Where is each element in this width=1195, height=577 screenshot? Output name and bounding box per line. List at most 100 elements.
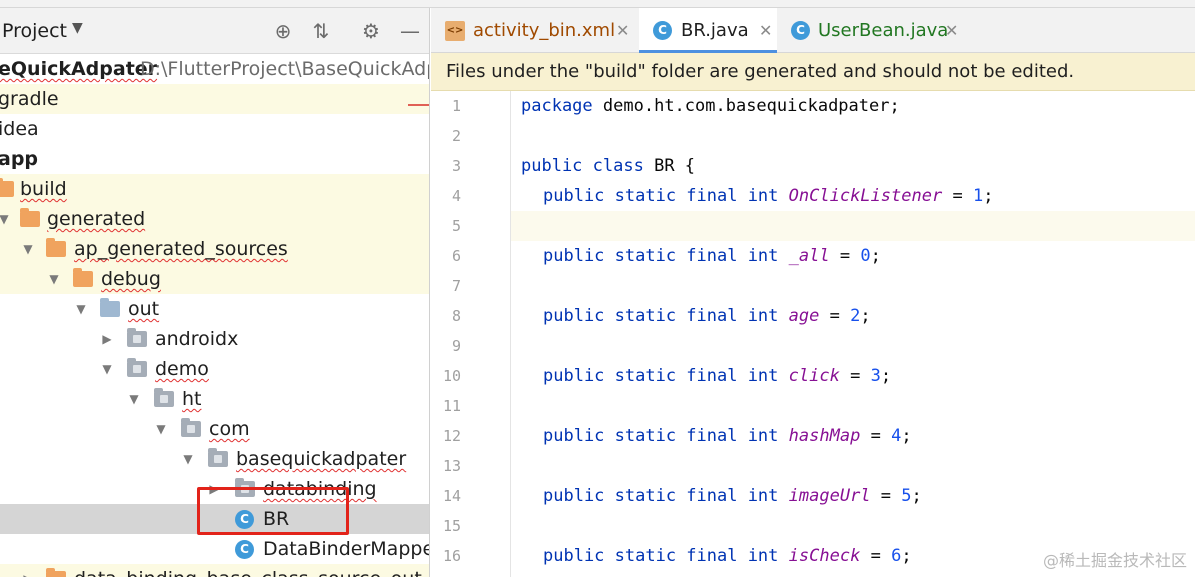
tree-row-basequickadpater[interactable]: ▼ basequickadpater [0,444,429,474]
tree-row-label: eQuickAdpater [0,58,158,80]
line-number: 7 [451,277,461,295]
line-number-gutter: 1 2 3 4 5 6 7 8 9 10 11 12 13 14 15 16 [431,91,511,577]
tree-row-label: idea [0,118,39,140]
navigation-breadcrumb-strip [0,0,1195,8]
line-number: 16 [442,547,461,565]
tree-row-gradle[interactable]: gradle [0,84,429,114]
package-folder-icon [208,448,228,467]
project-view-selector[interactable]: Project [2,20,67,42]
line-number: 4 [451,187,461,205]
scrollbar-error-marker [408,104,429,106]
chevron-down-icon[interactable]: ▼ [180,444,196,474]
tree-row-label: debug [101,268,161,290]
tree-row-label: app [0,148,39,170]
chevron-down-icon[interactable]: ▼ [20,234,36,264]
tab-br-java[interactable]: C BR.java ✕ [639,8,777,53]
close-icon[interactable]: ✕ [616,8,629,53]
code-line: public static final int age = 2; [543,306,871,326]
tree-row-data-binding-base-class-source-out[interactable]: ▶ data_binding_base_class_source_out [0,564,429,577]
tree-row-label: gradle [0,88,59,110]
code-line: public static final int _all = 0; [543,246,881,266]
chevron-down-icon[interactable]: ▼ [72,20,83,36]
tree-row-label: generated [47,208,146,230]
chevron-down-icon[interactable]: ▼ [73,294,89,324]
chevron-down-icon[interactable]: ▼ [0,204,12,234]
tree-row-root[interactable]: eQuickAdpater D:\FlutterProject\BaseQuic… [0,54,430,84]
editor-tab-bar: <> activity_bin.xml ✕ C BR.java ✕ C User… [431,8,1195,53]
line-number: 12 [442,427,461,445]
code-line: public static final int hashMap = 4; [543,426,912,446]
tree-row-label: data_binding_base_class_source_out [74,564,422,577]
tab-label: activity_bin.xml [473,20,616,41]
code-line: package demo.ht.com.basequickadpater; [521,96,900,116]
tree-row-ap-generated-sources[interactable]: ▼ ap_generated_sources [0,234,429,264]
gear-icon[interactable]: ⚙ [356,16,386,46]
tree-row-idea[interactable]: idea [0,114,429,144]
tree-row-label: demo [155,358,209,380]
tree-row-app[interactable]: app [0,144,429,174]
editor-panel: <> activity_bin.xml ✕ C BR.java ✕ C User… [431,8,1195,577]
code-line: public class BR { [521,156,696,176]
line-number: 2 [451,127,461,145]
line-number: 8 [451,307,461,325]
tree-row-label: DataBinderMapper [263,538,430,560]
locate-target-icon[interactable]: ⊕ [268,16,298,46]
current-line-highlight [511,211,1195,241]
line-number: 11 [442,397,461,415]
tree-row-out[interactable]: ▼ out [0,294,429,324]
tree-row-databindermapper[interactable]: C DataBinderMapper [0,534,430,564]
package-folder-icon [127,328,147,347]
package-folder-icon [154,388,174,407]
line-number: 6 [451,247,461,265]
tree-row-generated[interactable]: ▼ generated [0,204,429,234]
hide-panel-icon[interactable]: — [395,16,425,46]
package-folder-icon [181,418,201,437]
tree-row-demo[interactable]: ▼ demo [0,354,429,384]
generated-files-notice: Files under the "build" folder are gener… [431,53,1195,91]
tree-row-label: out [128,298,160,320]
code-line: public static final int OnClickListener … [543,186,994,206]
close-icon[interactable]: ✕ [759,8,772,53]
chevron-down-icon[interactable]: ▼ [99,354,115,384]
chevron-down-icon[interactable]: ▼ [46,264,62,294]
code-area[interactable]: package demo.ht.com.basequickadpater; pu… [511,91,1195,577]
tree-row-label: ht [182,388,202,410]
line-number: 9 [451,337,461,355]
tree-row-path: D:\FlutterProject\BaseQuickAdpat [140,58,430,80]
line-number: 1 [451,97,461,115]
collapse-all-icon[interactable]: ⇅ [306,16,336,46]
tree-row-label: basequickadpater [236,448,407,470]
watermark: @稀土掘金技术社区 [1042,551,1187,570]
close-icon[interactable]: ✕ [945,8,958,53]
chevron-down-icon[interactable]: ▼ [126,384,142,414]
line-number: 10 [442,367,461,385]
class-icon: C [235,540,254,559]
code-line: public static final int isCheck = 6; [543,546,912,566]
folder-icon [46,238,66,257]
folder-icon [0,178,14,197]
tree-row-label: build [20,178,67,200]
project-tool-window: Project ▼ ⊕ ⇅ ⚙ — eQuickAdpater D:\Flutt… [0,8,430,577]
code-line: public static final int click = 3; [543,366,892,386]
tab-userbean-java[interactable]: C UserBean.java ✕ [778,8,968,53]
tree-row-label: ap_generated_sources [74,238,288,260]
folder-icon [20,208,40,227]
line-number: 5 [451,217,461,235]
class-icon: C [791,21,810,40]
chevron-right-icon[interactable]: ▶ [20,564,36,577]
code-line: public static final int imageUrl = 5; [543,486,922,506]
line-number: 3 [451,157,461,175]
tab-activity-bin-xml[interactable]: <> activity_bin.xml ✕ [431,8,637,53]
chevron-down-icon[interactable]: ▼ [153,414,169,444]
tree-row-ht[interactable]: ▼ ht [0,384,429,414]
chevron-right-icon[interactable]: ▶ [99,324,115,354]
tree-row-debug[interactable]: ▼ debug [0,264,429,294]
class-icon: C [653,21,672,40]
folder-icon [46,568,66,577]
tree-row-com[interactable]: ▼ com [0,414,429,444]
tree-row-label: com [209,418,250,440]
tree-row-androidx[interactable]: ▶ androidx [0,324,429,354]
tree-row-build[interactable]: build [0,174,429,204]
tab-label: UserBean.java [818,20,949,41]
generated-sources-folder-icon [100,298,120,317]
